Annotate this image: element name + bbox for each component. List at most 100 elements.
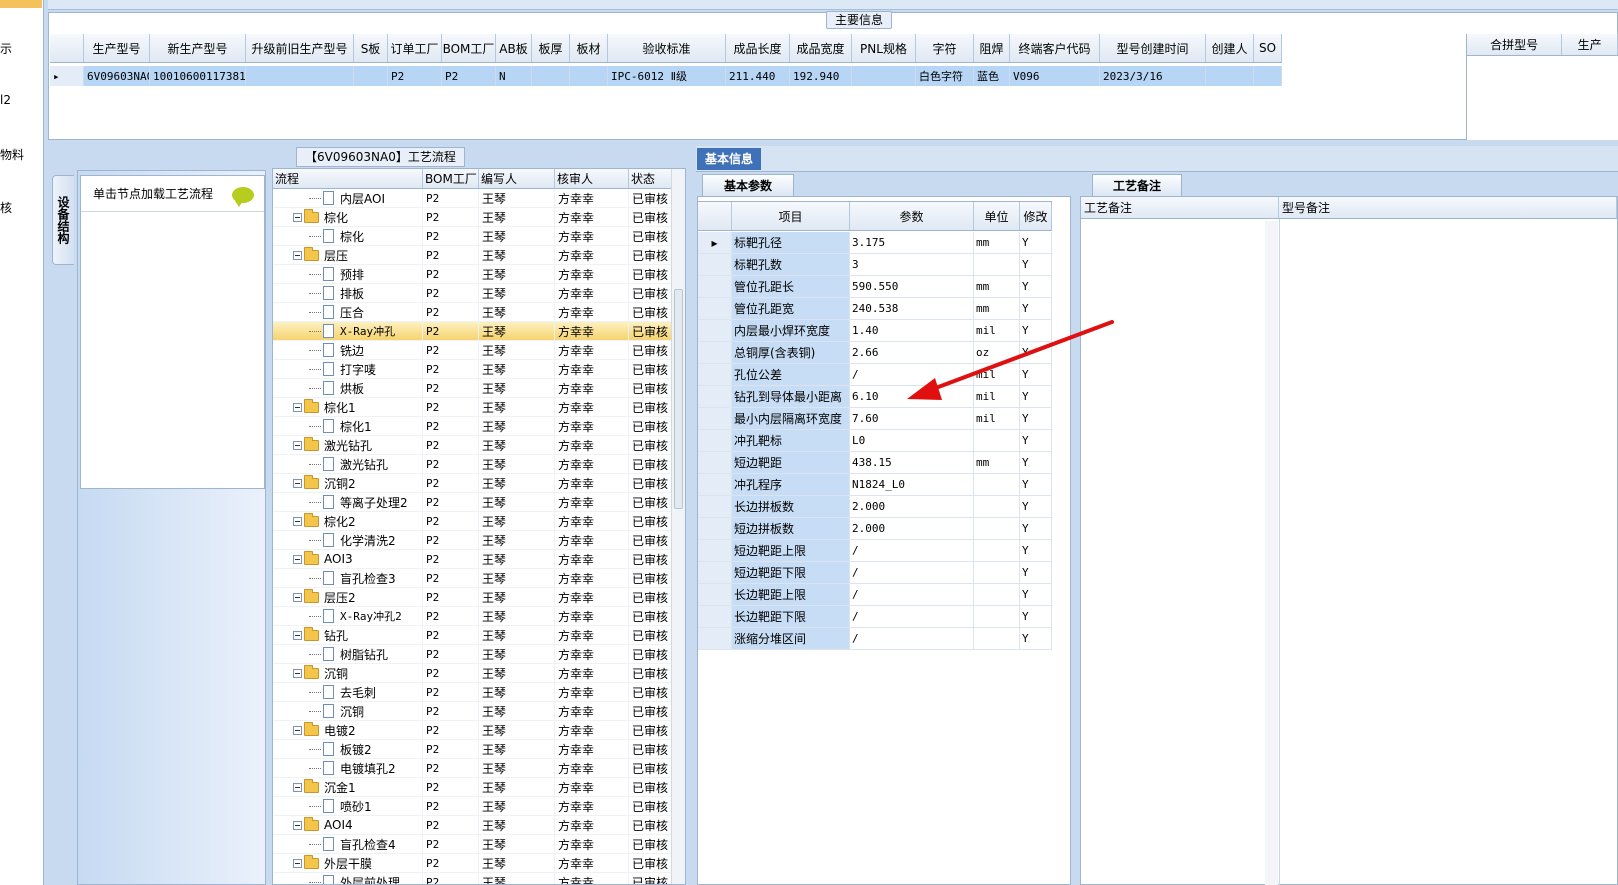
params-unit-cell[interactable]: mm: [974, 298, 1020, 319]
params-column-header[interactable]: 修改: [1020, 202, 1052, 230]
main-info-column-header[interactable]: BOM工厂: [442, 34, 496, 62]
process-tree-row[interactable]: 棕化 P2 王琴 方幸幸 已审核: [273, 227, 685, 246]
main-info-column-header[interactable]: 新生产型号: [150, 34, 246, 62]
params-mod-cell[interactable]: Y: [1020, 540, 1052, 561]
process-node[interactable]: 等离子处理2: [273, 493, 423, 511]
process-tree-row[interactable]: 内层AOI P2 王琴 方幸幸 已审核: [273, 189, 685, 208]
process-tree-row[interactable]: 棕化 P2 王琴 方幸幸 已审核: [273, 208, 685, 227]
process-tree-row[interactable]: X-Ray冲孔2 P2 王琴 方幸幸 已审核: [273, 607, 685, 626]
process-tree-row[interactable]: X-Ray冲孔 P2 王琴 方幸幸 已审核: [273, 322, 685, 341]
vertical-splitter[interactable]: [1071, 196, 1080, 885]
params-row-header[interactable]: [698, 320, 732, 341]
collapse-toggle-icon[interactable]: [293, 554, 302, 564]
process-tree-row[interactable]: 外层干膜 P2 王琴 方幸幸 已审核: [273, 854, 685, 873]
main-info-column-header[interactable]: 订单工厂: [388, 34, 442, 62]
process-tree-column-header[interactable]: 核审人: [555, 169, 629, 188]
process-tree-column-header[interactable]: 编写人: [479, 169, 555, 188]
params-row-header[interactable]: [698, 562, 732, 583]
params-unit-cell[interactable]: mil: [974, 320, 1020, 341]
params-unit-cell[interactable]: [974, 518, 1020, 539]
params-mod-cell[interactable]: Y: [1020, 408, 1052, 429]
process-node[interactable]: AOI3: [273, 550, 423, 568]
params-value-cell[interactable]: /: [850, 364, 974, 385]
params-value-cell[interactable]: /: [850, 562, 974, 583]
params-item-cell[interactable]: 标靶孔径: [732, 232, 850, 253]
process-node[interactable]: 层压2: [273, 588, 423, 606]
params-row[interactable]: 短边靶距 438.15 mm Y: [698, 452, 1052, 474]
process-tree-row[interactable]: 钻孔 P2 王琴 方幸幸 已审核: [273, 626, 685, 645]
params-row[interactable]: 总铜厚(含表铜) 2.66 oz Y: [698, 342, 1052, 364]
process-node[interactable]: 铣边: [273, 341, 423, 359]
params-row-header[interactable]: [698, 430, 732, 451]
process-tree-row[interactable]: 电镀2 P2 王琴 方幸幸 已审核: [273, 721, 685, 740]
merge-model-column[interactable]: 合拼型号: [1467, 34, 1563, 55]
params-mod-cell[interactable]: Y: [1020, 628, 1052, 649]
params-row-header[interactable]: [698, 452, 732, 473]
params-row-header[interactable]: [698, 518, 732, 539]
params-mod-cell[interactable]: Y: [1020, 232, 1052, 253]
params-row-header[interactable]: [698, 606, 732, 627]
main-info-column-header[interactable]: 型号创建时间: [1100, 34, 1206, 62]
params-row-header[interactable]: [698, 408, 732, 429]
params-mod-cell[interactable]: Y: [1020, 496, 1052, 517]
main-info-cell[interactable]: [354, 66, 388, 86]
params-unit-cell[interactable]: [974, 562, 1020, 583]
process-node[interactable]: 棕化1: [273, 417, 423, 435]
params-row-header[interactable]: [698, 584, 732, 605]
params-unit-cell[interactable]: mil: [974, 386, 1020, 407]
process-node[interactable]: 去毛刺: [273, 683, 423, 701]
params-value-cell[interactable]: 2.000: [850, 496, 974, 517]
main-info-cell[interactable]: [532, 66, 570, 86]
process-node[interactable]: 树脂钻孔: [273, 645, 423, 663]
process-node[interactable]: 沉铜: [273, 702, 423, 720]
main-info-cell[interactable]: V096: [1010, 66, 1100, 86]
process-tree-row[interactable]: 盲孔检查4 P2 王琴 方幸幸 已审核: [273, 835, 685, 854]
params-mod-cell[interactable]: Y: [1020, 452, 1052, 473]
params-item-cell[interactable]: 涨缩分堆区间: [732, 628, 850, 649]
collapse-toggle-icon[interactable]: [293, 440, 302, 450]
process-tree-row[interactable]: 打字唛 P2 王琴 方幸幸 已审核: [273, 360, 685, 379]
process-tree-row[interactable]: 沉铜2 P2 王琴 方幸幸 已审核: [273, 474, 685, 493]
params-unit-cell[interactable]: mil: [974, 364, 1020, 385]
params-row-header[interactable]: [698, 386, 732, 407]
process-tree-row[interactable]: 压合 P2 王琴 方幸幸 已审核: [273, 303, 685, 322]
params-value-cell[interactable]: N1824_L0: [850, 474, 974, 495]
collapse-toggle-icon[interactable]: [293, 212, 302, 222]
process-node[interactable]: 棕化: [273, 208, 423, 226]
params-row-header[interactable]: [698, 298, 732, 319]
process-tree-row[interactable]: AOI4 P2 王琴 方幸幸 已审核: [273, 816, 685, 835]
params-item-cell[interactable]: 短边靶距下限: [732, 562, 850, 583]
params-row[interactable]: 长边拼板数 2.000 Y: [698, 496, 1052, 518]
process-node[interactable]: 棕化: [273, 227, 423, 245]
collapse-toggle-icon[interactable]: [293, 725, 302, 735]
process-node[interactable]: 压合: [273, 303, 423, 321]
params-value-cell[interactable]: /: [850, 540, 974, 561]
process-node[interactable]: 喷砂1: [273, 797, 423, 815]
params-item-cell[interactable]: 管位孔距宽: [732, 298, 850, 319]
process-node[interactable]: X-Ray冲孔2: [273, 607, 423, 625]
params-item-cell[interactable]: 长边拼板数: [732, 496, 850, 517]
params-row[interactable]: 涨缩分堆区间 / Y: [698, 628, 1052, 650]
params-mod-cell[interactable]: Y: [1020, 298, 1052, 319]
params-mod-cell[interactable]: Y: [1020, 518, 1052, 539]
params-column-header[interactable]: 项目: [732, 202, 850, 230]
left-nav-label-4[interactable]: 核: [0, 199, 12, 216]
scroll-thumb[interactable]: [674, 289, 683, 509]
left-nav-label-2[interactable]: l2: [0, 93, 11, 107]
main-info-cell[interactable]: IPC-6012 Ⅱ级: [608, 66, 726, 86]
process-node[interactable]: 激光钻孔: [273, 436, 423, 454]
process-tree-scrollbar[interactable]: [671, 169, 685, 884]
params-row[interactable]: 长边靶距上限 / Y: [698, 584, 1052, 606]
main-info-column-header[interactable]: 成品长度: [726, 34, 790, 62]
process-tree-row[interactable]: 棕化1 P2 王琴 方幸幸 已审核: [273, 417, 685, 436]
params-unit-cell[interactable]: [974, 584, 1020, 605]
params-column-header[interactable]: 参数: [850, 202, 974, 230]
process-tree-row[interactable]: 激光钻孔 P2 王琴 方幸幸 已审核: [273, 455, 685, 474]
params-unit-cell[interactable]: mm: [974, 232, 1020, 253]
collapse-toggle-icon[interactable]: [293, 668, 302, 678]
params-mod-cell[interactable]: Y: [1020, 430, 1052, 451]
collapse-toggle-icon[interactable]: [293, 630, 302, 640]
merge-production-column[interactable]: 生产: [1562, 34, 1618, 55]
main-info-column-header[interactable]: 生产型号: [84, 34, 150, 62]
process-tree-column-header[interactable]: BOM工厂: [423, 169, 479, 188]
